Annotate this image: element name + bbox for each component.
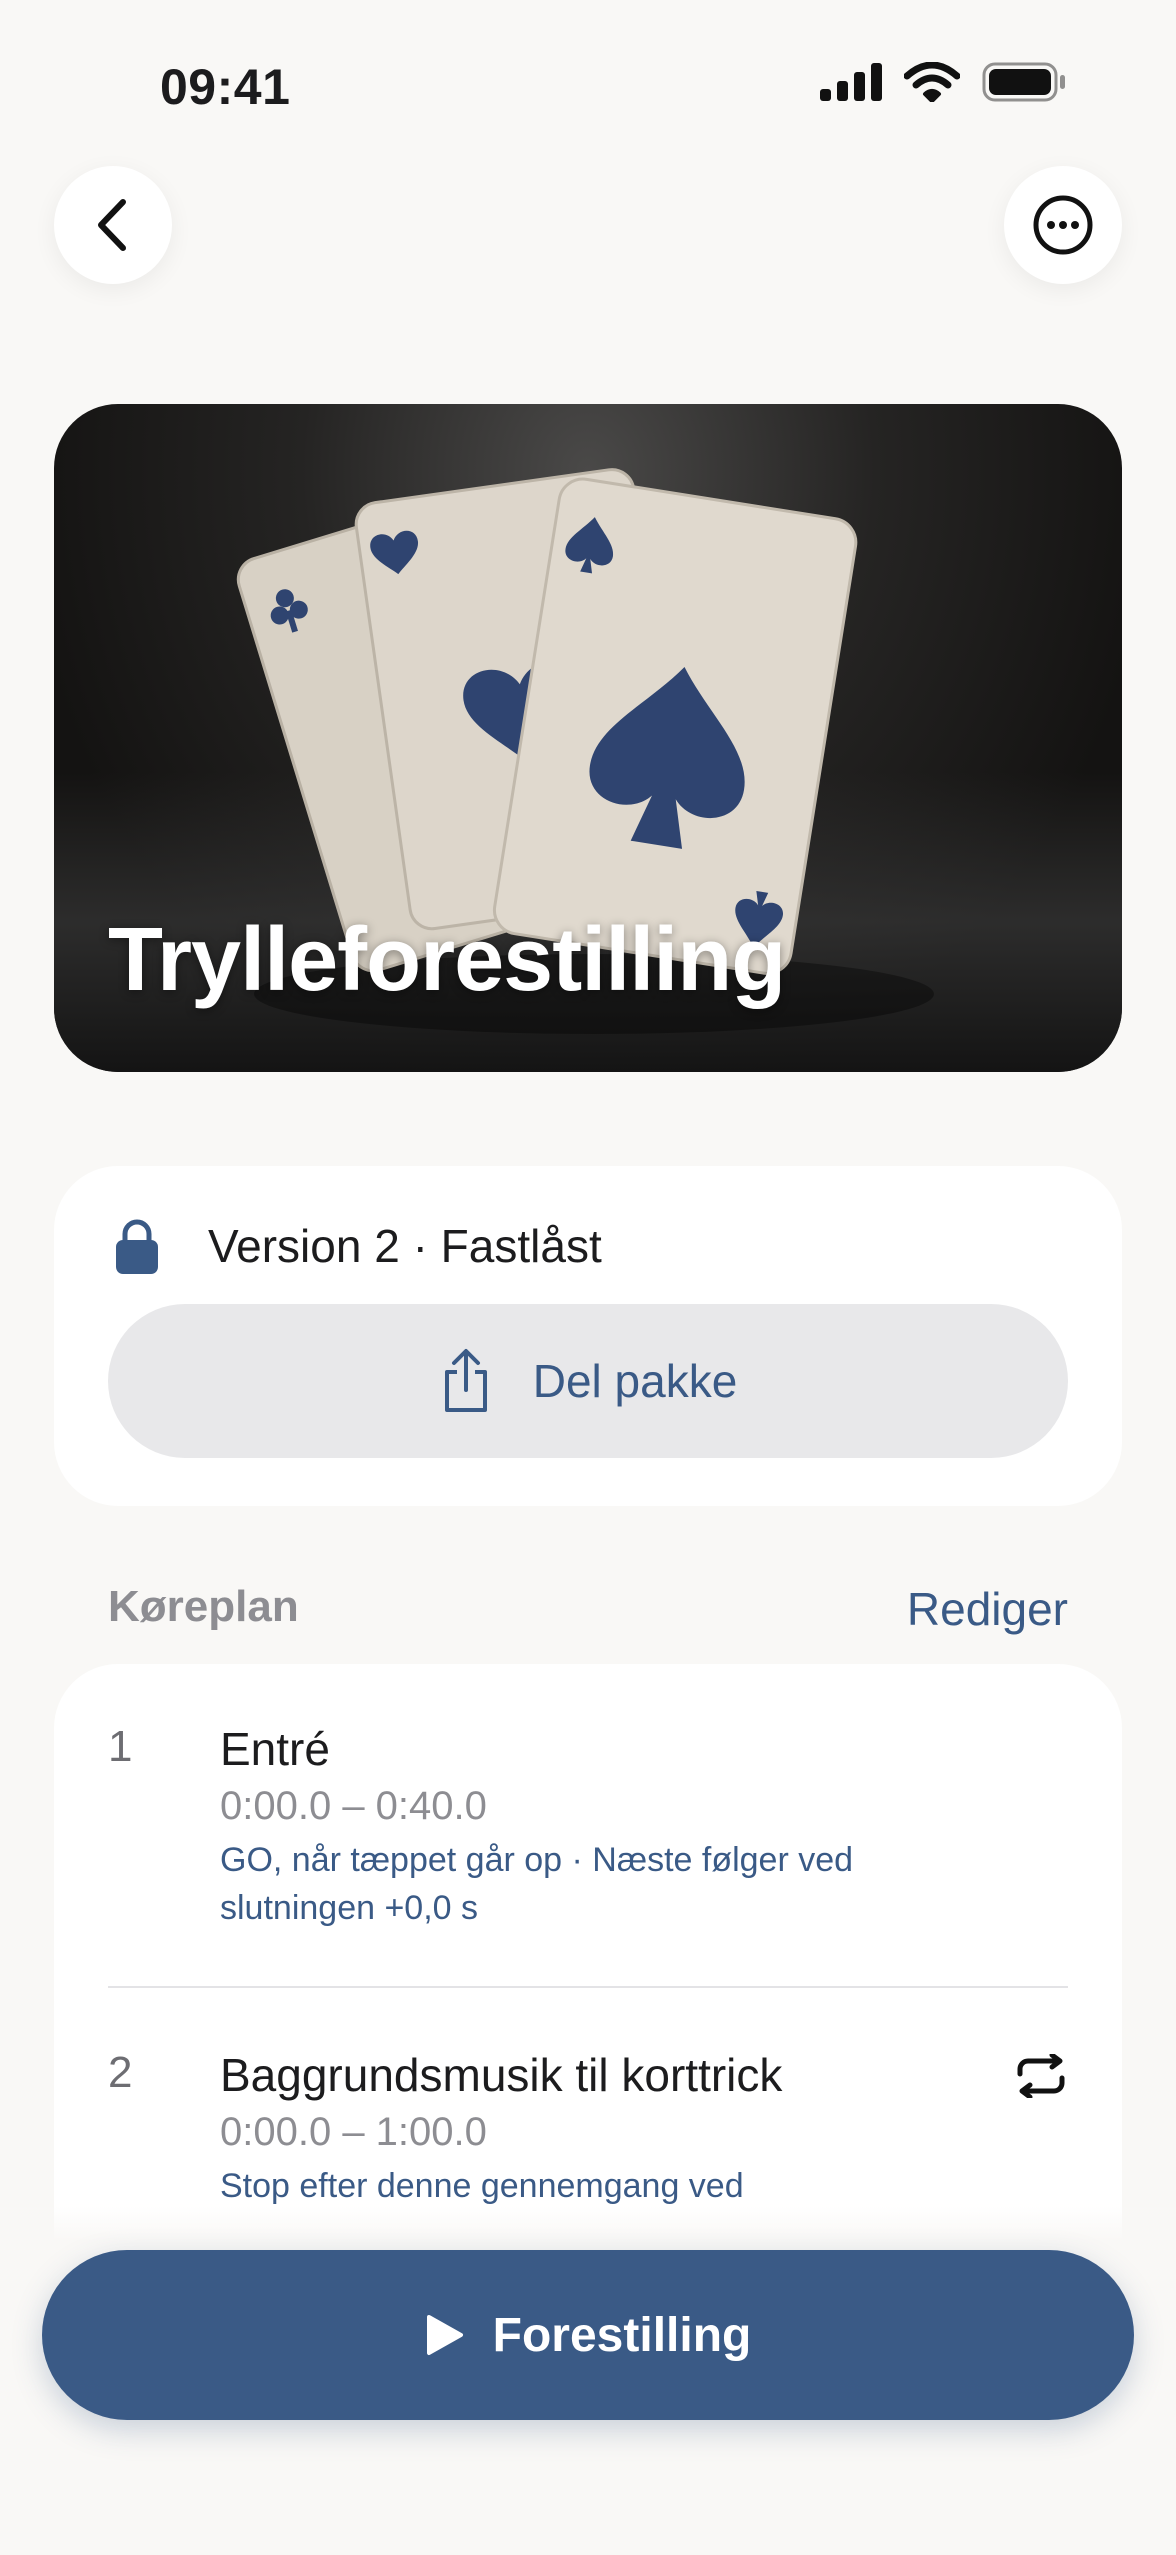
cue-title: Entré (220, 1723, 330, 1775)
version-status: Version 2 · Fastlåst (208, 1220, 602, 1272)
lock-icon (116, 1219, 158, 1274)
cue-number: 2 (108, 2048, 133, 2097)
edit-schedule-button[interactable]: Rediger (907, 1582, 1068, 1636)
status-bar: 09:41 (0, 0, 1176, 170)
share-package-button[interactable]: Del pakke (108, 1304, 1068, 1458)
start-performance-label: Forestilling (492, 2308, 752, 2362)
cellular-signal-icon (820, 63, 882, 101)
status-icons (820, 62, 1066, 102)
battery-icon (982, 62, 1065, 102)
cue-number: 1 (108, 1722, 133, 1771)
repeat-icon (1017, 2054, 1065, 2098)
share-icon (444, 1349, 487, 1412)
cue-time-range: 0:00.0 – 0:40.0 (220, 1784, 487, 1828)
list-divider (108, 1986, 1068, 1988)
hero-card: Trylleforestilling (54, 404, 1122, 1072)
version-row: Version 2 · Fastlåst (116, 1218, 602, 1274)
more-options-button[interactable] (1004, 166, 1122, 284)
cue-trigger-note: GO, når tæppet går op · Næste følger ved… (220, 1841, 854, 1927)
start-performance-button[interactable]: Forestilling (42, 2250, 1134, 2420)
cue-time-range: 0:00.0 – 1:00.0 (220, 2110, 487, 2154)
wifi-icon (904, 62, 960, 102)
cue-title: Baggrundsmusik til korttrick (220, 2049, 783, 2101)
ellipsis-circle-icon (1033, 195, 1093, 255)
share-package-label: Del pakke (532, 1355, 738, 1407)
show-title: Trylleforestilling (108, 910, 786, 1010)
schedule-section-title: Køreplan (108, 1582, 299, 1631)
version-card: Version 2 · Fastlåst Del pakke (54, 1166, 1122, 1506)
play-icon (426, 2315, 463, 2355)
cue-trigger-note: Stop efter denne gennemgang ved (220, 2167, 744, 2205)
chevron-left-icon (98, 199, 126, 251)
back-button[interactable] (54, 166, 172, 284)
status-time: 09:41 (160, 59, 291, 115)
